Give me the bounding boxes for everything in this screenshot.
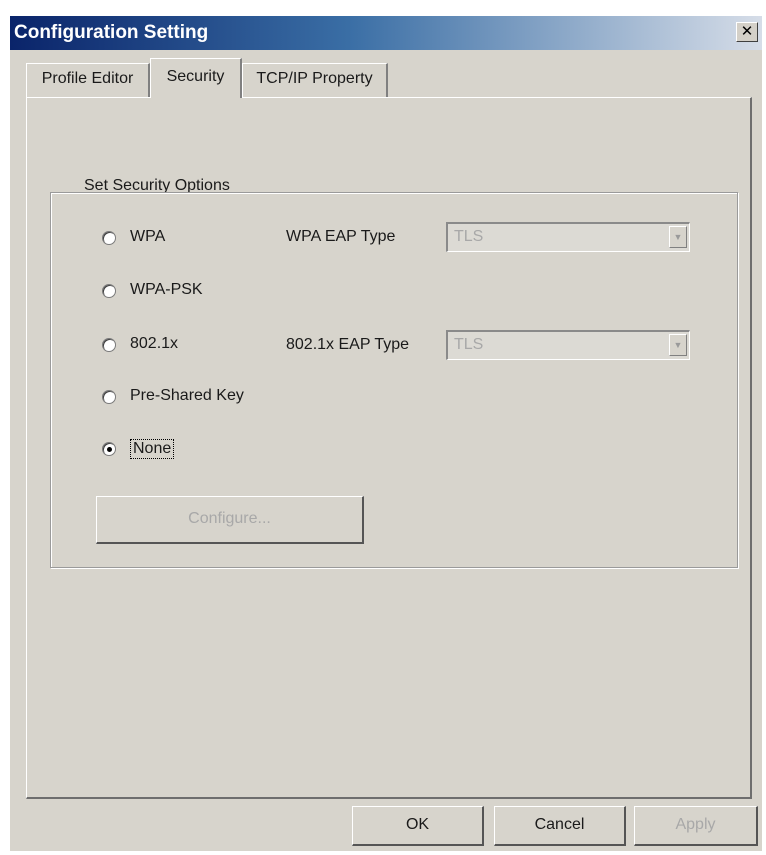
tab-label: Profile Editor xyxy=(41,70,134,87)
configuration-dialog: Configuration Setting ✕ Profile Editor S… xyxy=(10,16,762,851)
radio-label-pre-shared-key: Pre-Shared Key xyxy=(130,387,244,404)
radio-button-circle[interactable] xyxy=(102,284,116,298)
radio-button-circle[interactable] xyxy=(102,442,116,456)
title-bar[interactable]: Configuration Setting ✕ xyxy=(10,16,762,50)
wpa-eap-type-label: WPA EAP Type xyxy=(286,228,396,245)
cancel-button-label: Cancel xyxy=(534,816,585,833)
tab-tcpip-property[interactable]: TCP/IP Property xyxy=(242,63,388,97)
radio-button-circle[interactable] xyxy=(102,390,116,404)
radio-selected-dot xyxy=(107,447,112,452)
ok-button[interactable]: OK xyxy=(352,806,484,846)
ok-button-label: OK xyxy=(405,816,430,833)
tab-profile-editor[interactable]: Profile Editor xyxy=(26,63,150,97)
dot1x-eap-type-select[interactable]: TLS ▼ xyxy=(446,330,690,360)
select-value: TLS xyxy=(454,228,484,245)
apply-button-label: Apply xyxy=(675,816,716,833)
configure-button-label: Configure... xyxy=(188,510,271,527)
close-button[interactable]: ✕ xyxy=(736,22,758,42)
dot1x-eap-type-label: 802.1x EAP Type xyxy=(286,336,410,353)
radio-label-wpa: WPA xyxy=(130,228,166,245)
tab-label: TCP/IP Property xyxy=(256,70,373,87)
radio-label-none: None xyxy=(130,439,175,459)
wpa-eap-type-select[interactable]: TLS ▼ xyxy=(446,222,690,252)
close-icon: ✕ xyxy=(740,23,754,40)
select-value: TLS xyxy=(454,336,484,353)
window-title: Configuration Setting xyxy=(14,22,209,43)
cancel-button[interactable]: Cancel xyxy=(494,806,626,846)
chevron-down-icon[interactable]: ▼ xyxy=(669,226,687,248)
chevron-down-icon[interactable]: ▼ xyxy=(669,334,687,356)
configure-button[interactable]: Configure... xyxy=(96,496,364,544)
apply-button[interactable]: Apply xyxy=(634,806,758,846)
tab-security[interactable]: Security xyxy=(150,58,242,98)
radio-label-wpa-psk: WPA-PSK xyxy=(130,281,203,298)
radio-label-802-1x: 802.1x xyxy=(130,335,179,352)
radio-button-circle[interactable] xyxy=(102,338,116,352)
radio-button-circle[interactable] xyxy=(102,231,116,245)
tab-label: Security xyxy=(166,68,225,85)
